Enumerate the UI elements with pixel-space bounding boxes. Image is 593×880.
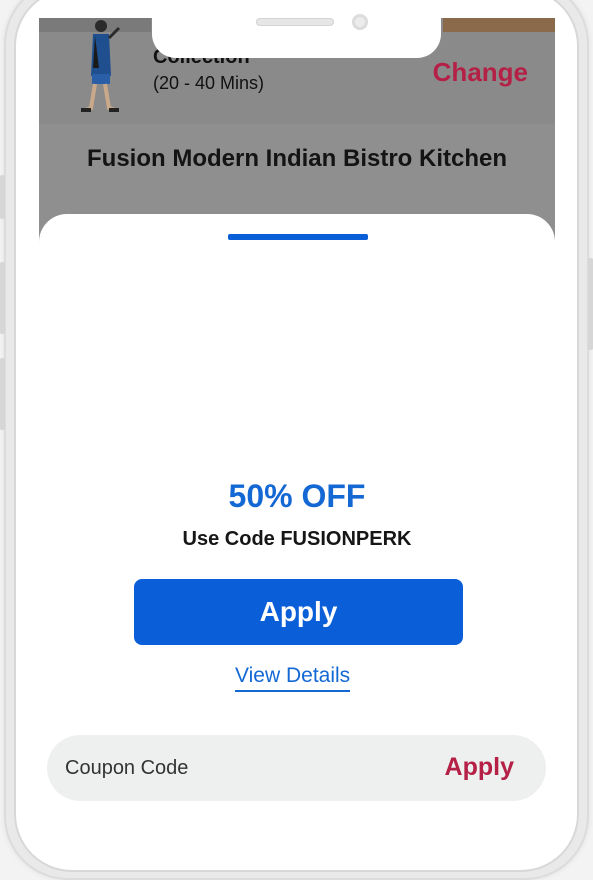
delivery-time-label: (20 - 40 Mins) [153, 73, 265, 93]
offer-title: 50% OFF [228, 478, 366, 514]
view-details-link[interactable]: View Details [235, 664, 351, 692]
coupon-code-input[interactable] [65, 751, 365, 785]
phone-mute-switch [0, 175, 5, 219]
offer-bottom-sheet: 50% OFF Use Code FUSIONPERK Apply View D… [39, 214, 555, 824]
phone-power-button [588, 258, 593, 350]
phone-frame: Collection (20 - 40 Mins) Change Fusion … [0, 0, 593, 880]
offer-code-text: Use Code FUSIONPERK [182, 528, 412, 550]
restaurant-name: Fusion Modern Indian Bistro Kitchen [87, 145, 507, 172]
phone-volume-down [0, 358, 5, 430]
change-mode-button[interactable]: Change [433, 57, 528, 88]
menu-thumbnail-right [443, 18, 555, 32]
sheet-drag-handle[interactable] [228, 234, 368, 240]
speaker-grille [256, 18, 334, 26]
coupon-code-bar: Apply [47, 735, 546, 801]
front-camera-icon [352, 14, 368, 30]
apply-coupon-button[interactable]: Apply [445, 753, 514, 782]
phone-volume-up [0, 262, 5, 334]
courier-illustration-icon [81, 20, 121, 112]
app-screen: Collection (20 - 40 Mins) Change Fusion … [39, 18, 555, 824]
phone-notch [152, 0, 441, 58]
apply-offer-button[interactable]: Apply [134, 579, 463, 645]
